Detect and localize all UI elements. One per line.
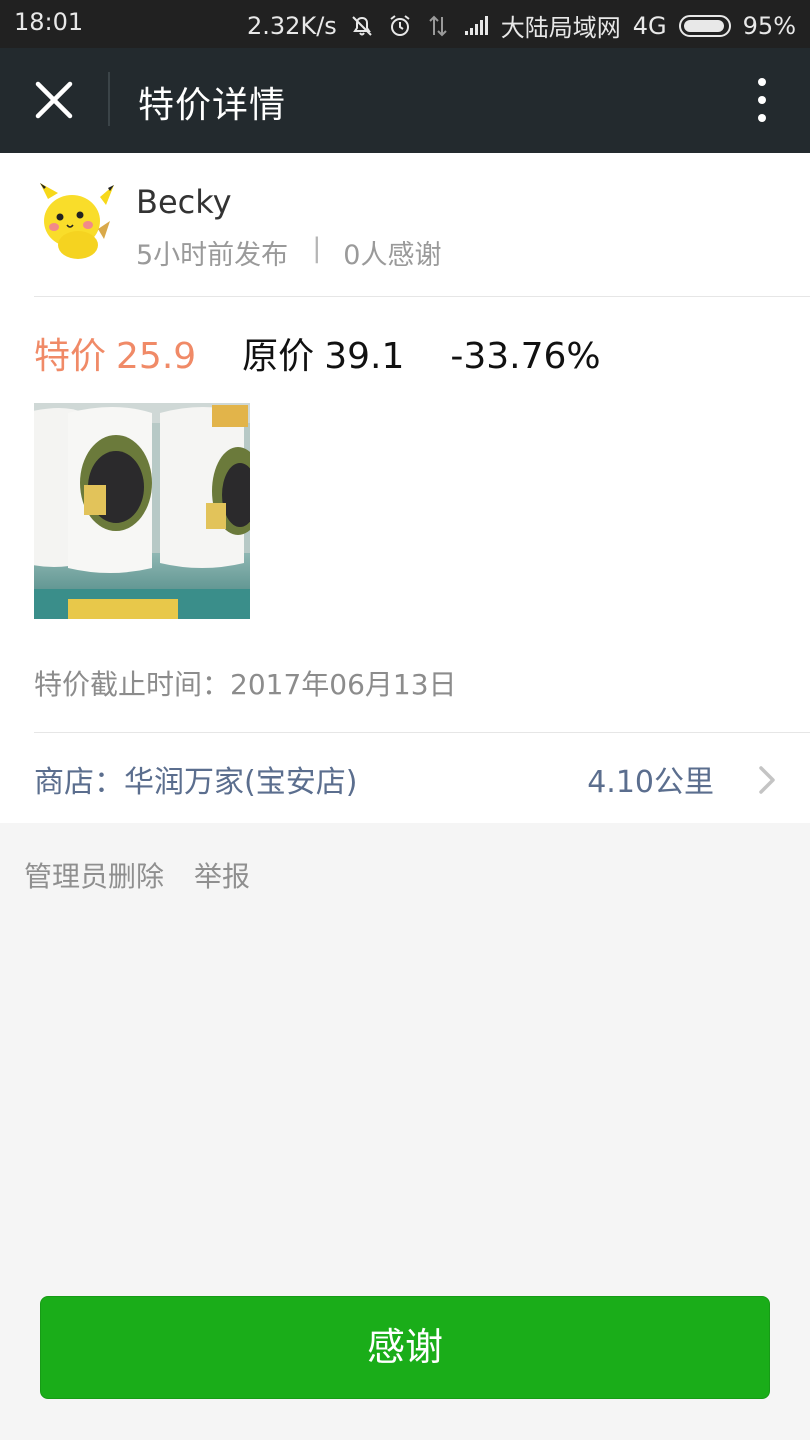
status-right-group: 2.32K/s 大陆局域网 4G 95% <box>247 8 796 43</box>
store-label: 商店： <box>34 765 124 800</box>
bell-muted-icon <box>352 15 372 36</box>
more-menu-icon[interactable] <box>750 74 774 126</box>
special-price-value: 25.9 <box>116 336 197 377</box>
battery-icon <box>678 14 731 37</box>
title-bar: 特价详情 <box>0 48 810 153</box>
original-price-label: 原价 <box>242 336 315 377</box>
network-type: 4G <box>632 11 667 40</box>
alarm-clock-icon <box>390 14 410 36</box>
page-title: 特价详情 <box>138 85 287 126</box>
original-price-value: 39.1 <box>324 336 405 377</box>
discount-percent: -33.76% <box>450 336 601 377</box>
pikachu-avatar-icon <box>34 179 116 261</box>
divider <box>34 296 810 297</box>
report-link[interactable]: 举报 <box>194 855 250 895</box>
product-bottles-image <box>34 403 250 619</box>
deal-card: Becky 5小时前发布 | 0人感谢 特价 25.9 原价 39.1 -33.76… <box>0 153 810 823</box>
avatar[interactable] <box>34 179 116 261</box>
store-row[interactable]: 商店： 华润万家(宝安店) 4.10公里 <box>0 733 810 823</box>
admin-delete-link[interactable]: 管理员删除 <box>24 855 164 895</box>
store-distance: 4.10公里 <box>587 765 714 800</box>
battery-percent: 95% <box>742 11 796 40</box>
post-meta: 5小时前发布 | 0人感谢 <box>136 233 441 272</box>
data-transfer-icon <box>429 15 447 36</box>
carrier-name: 大陆局域网 <box>500 14 621 42</box>
deadline-label: 特价截止时间： <box>34 668 231 701</box>
price-row: 特价 25.9 原价 39.1 -33.76% <box>34 327 601 379</box>
close-icon[interactable] <box>28 74 80 126</box>
deadline-date: 2017年06月13日 <box>230 668 457 701</box>
chevron-right-icon <box>759 766 775 794</box>
status-time: 18:01 <box>14 8 84 36</box>
meta-separator: | <box>312 233 322 264</box>
post-time: 5小时前发布 <box>136 240 289 271</box>
title-divider <box>108 72 110 126</box>
deadline-row: 特价截止时间： 2017年06月13日 <box>34 663 457 703</box>
status-bar: 18:01 2.32K/s 大陆局域网 4G 95% <box>0 0 810 48</box>
admin-actions: 管理员删除 举报 <box>24 855 250 895</box>
original-price: 原价 39.1 <box>242 327 404 379</box>
special-price: 特价 25.9 <box>34 327 196 379</box>
username[interactable]: Becky <box>136 183 232 221</box>
thanks-count: 0人感谢 <box>343 240 442 271</box>
product-photo[interactable] <box>34 403 250 619</box>
store-info: 商店： 华润万家(宝安店) <box>34 757 357 801</box>
special-price-label: 特价 <box>34 336 107 377</box>
thanks-button[interactable]: 感谢 <box>40 1296 770 1399</box>
store-name: 华润万家(宝安店) <box>124 765 358 800</box>
network-speed: 2.32K/s <box>247 11 337 40</box>
signal-icon <box>464 15 488 35</box>
